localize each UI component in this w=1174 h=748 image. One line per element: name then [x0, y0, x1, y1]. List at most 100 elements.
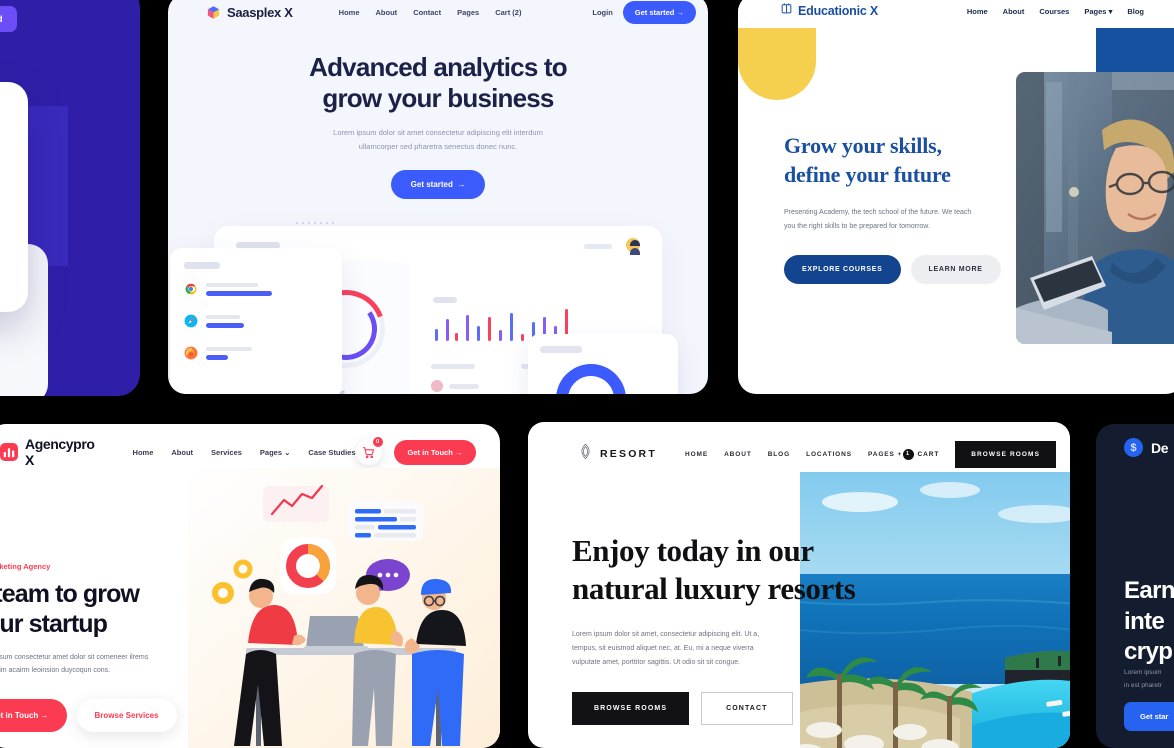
- book-icon: [780, 2, 793, 20]
- skeleton-line: [206, 282, 258, 287]
- nav-item-case-studies[interactable]: Case Studies: [308, 448, 355, 457]
- nav-item-blog[interactable]: BLOG: [768, 451, 790, 458]
- chevron-down-icon: ▾: [1108, 6, 1113, 16]
- page-title-line2: inte: [1124, 607, 1165, 635]
- nav-item-about[interactable]: About: [1003, 7, 1025, 16]
- agencypro-logo[interactable]: Agencypro X: [0, 436, 95, 468]
- donut-chart: [542, 350, 640, 394]
- progress-bar: [206, 322, 244, 328]
- browse-rooms-button[interactable]: BROWSE ROOMS: [572, 691, 690, 725]
- skeleton-line: [431, 364, 475, 369]
- get-in-touch-hero-button[interactable]: Get in Touch →: [0, 698, 67, 732]
- nav-item-blog[interactable]: Blog: [1127, 7, 1144, 16]
- cart-badge: 0: [372, 437, 383, 447]
- team-illustration: [188, 468, 500, 748]
- saasplex-nav-links: Home About Contact Pages Cart (2): [339, 8, 522, 17]
- bar: [477, 326, 480, 341]
- dashboard-card: [0, 82, 28, 312]
- progress-bar: [206, 354, 228, 360]
- agencypro-hero: Marketing Agency A team to grow your sta…: [0, 562, 182, 732]
- safari-icon: [184, 314, 198, 328]
- page-title-line1: Grow your skills,: [784, 133, 942, 158]
- hero-paragraph: Presenting Academy, the tech school of t…: [784, 206, 1014, 233]
- hero-paragraph: Lorem ipsum in est pharetr: [1124, 666, 1162, 692]
- learn-more-button[interactable]: LEARN MORE: [910, 255, 1001, 285]
- explore-courses-button[interactable]: EXPLORE COURSES: [784, 255, 901, 285]
- browse-services-button[interactable]: Browse Services: [76, 698, 177, 732]
- nav-item-pages[interactable]: Pages ⌄: [260, 448, 291, 457]
- browser-row-firefox: [184, 346, 252, 360]
- page-title-line1: Enjoy today in our: [572, 533, 814, 568]
- panel-educationic: Educationic X Home About Courses Pages ▾…: [738, 0, 1174, 394]
- cart-button[interactable]: 1 CART: [902, 448, 940, 460]
- primary-button-label: Get in Touch: [0, 710, 39, 720]
- nav-item-cart[interactable]: Cart (2): [495, 8, 521, 17]
- browser-stats-card: [170, 248, 342, 394]
- bar: [455, 333, 458, 341]
- hero-kicker-label: Marketing Agency: [0, 562, 51, 571]
- cube-logo-icon: [206, 5, 221, 20]
- nav-item-contact[interactable]: Contact: [413, 8, 441, 17]
- contact-button[interactable]: CONTACT: [701, 691, 793, 725]
- skeleton-title: [184, 262, 220, 269]
- login-link[interactable]: Login: [592, 8, 612, 17]
- nav-item-about[interactable]: About: [171, 448, 193, 457]
- nav-item-services[interactable]: Services: [211, 448, 242, 457]
- nav-item-pages[interactable]: Pages ▾: [1084, 7, 1112, 16]
- hero-subtitle: Lorem ipsum dolor sit amet consectetur a…: [168, 126, 708, 154]
- nav-item-home[interactable]: HOME: [685, 451, 708, 458]
- cart-button[interactable]: 0: [355, 437, 383, 465]
- defi-logo[interactable]: $ De: [1124, 438, 1169, 457]
- nav-item-about[interactable]: About: [376, 8, 398, 17]
- bar: [466, 315, 469, 341]
- saasplex-nav-actions: Login Get started →: [592, 0, 696, 24]
- page-title-line1: Earn: [1124, 577, 1174, 604]
- hero-paragraph: Lorem ipsum consectetur amet dolor sit c…: [0, 652, 182, 678]
- nav-item-home[interactable]: Home: [339, 8, 360, 17]
- avatar[interactable]: [624, 236, 642, 255]
- hero-kicker: Marketing Agency: [0, 562, 182, 571]
- bar: [510, 313, 513, 341]
- nav-item-pages[interactable]: Pages: [457, 8, 479, 17]
- resort-logo[interactable]: RESORT: [578, 443, 657, 465]
- educationic-logo-text: Educationic X: [798, 4, 879, 18]
- get-started-label: Get started: [634, 7, 675, 17]
- panel-defi-cropped: $ De Earn inte cryp Lorem ipsum in est p…: [1096, 424, 1174, 748]
- saasplex-logo-text: Saasplex X: [227, 4, 293, 20]
- page-title-line2: grow your business: [322, 82, 554, 113]
- hero-paragraph-line2: you the right skills to be prepared for …: [784, 222, 930, 230]
- get-started-button[interactable]: Get star: [1124, 702, 1174, 731]
- cart-label: CART: [917, 450, 940, 458]
- get-started-button[interactable]: Get Started: [0, 6, 17, 32]
- browser-row-safari: [184, 314, 244, 328]
- hero-paragraph-line1: Lorem ipsum consectetur amet dolor sit c…: [0, 654, 149, 661]
- page-title-line2: your startup: [0, 610, 108, 638]
- donut-highlight-card: [528, 334, 678, 394]
- page-title: Advanced analytics to grow your business: [168, 52, 708, 113]
- nav-item-about[interactable]: ABOUT: [724, 451, 752, 458]
- resort-hero: Enjoy today in our natural luxury resort…: [572, 532, 862, 725]
- saasplex-navbar: Saasplex X Home About Contact Pages Cart…: [168, 0, 708, 30]
- educationic-hero: Grow your skills, define your future Pre…: [784, 132, 1014, 285]
- nav-item-pages[interactable]: PAGES +: [868, 451, 902, 458]
- skeleton-line: [584, 244, 612, 249]
- saasplex-logo[interactable]: Saasplex X: [206, 5, 293, 20]
- browse-rooms-nav-button[interactable]: BROWSE ROOMS: [955, 440, 1056, 468]
- resort-nav-actions: 1 CART BROWSE ROOMS: [902, 440, 1056, 468]
- get-in-touch-button[interactable]: Get in Touch →: [393, 439, 477, 465]
- agencypro-nav-links: Home About Services Pages ⌄ Case Studies: [133, 448, 356, 457]
- nav-item-home[interactable]: Home: [967, 7, 988, 16]
- nav-item-locations[interactable]: LOCATIONS: [806, 451, 852, 458]
- screenshot-canvas: Login Get Started: [0, 0, 1174, 748]
- skeleton-line: [449, 384, 479, 389]
- get-started-button[interactable]: Get started →: [622, 0, 696, 24]
- defi-logo-text: De: [1151, 439, 1169, 456]
- hero-get-started-button[interactable]: Get started →: [390, 170, 486, 200]
- agencypro-cta-group: Get in Touch → Browse Services: [0, 698, 182, 732]
- nav-item-courses[interactable]: Courses: [1039, 7, 1069, 16]
- nav-item-home[interactable]: Home: [133, 448, 154, 457]
- cart-badge: 1: [902, 448, 914, 460]
- page-title-line2: natural luxury resorts: [572, 570, 856, 606]
- educationic-logo[interactable]: Educationic X: [780, 2, 878, 20]
- educationic-navbar: Educationic X Home About Courses Pages ▾…: [738, 0, 1174, 28]
